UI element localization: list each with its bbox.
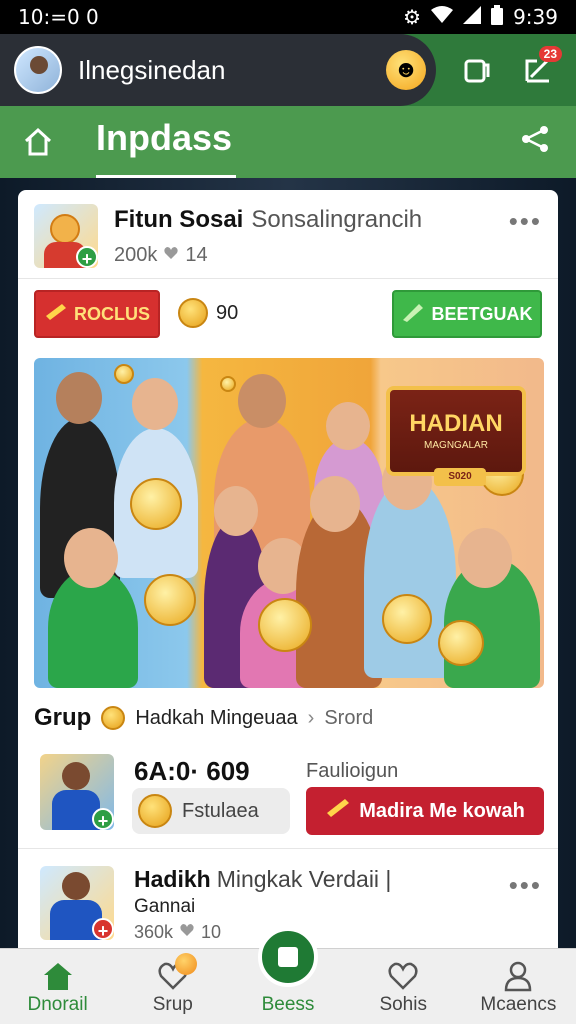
- tab-label: Beess: [261, 994, 315, 1015]
- coin-count-value: 90: [216, 301, 239, 324]
- tab-label: Sohis: [379, 994, 427, 1015]
- ticket-icon: [44, 302, 68, 327]
- roclus-button[interactable]: ROCLUS: [34, 290, 160, 338]
- followers-count: 200k: [114, 244, 158, 266]
- heart-icon: [179, 922, 195, 943]
- smiley-coin-icon[interactable]: ☻: [386, 50, 426, 90]
- tab-sohis[interactable]: Sohis: [346, 949, 461, 1024]
- ticket-icon: [325, 797, 351, 825]
- grup-link[interactable]: Srord: [324, 707, 373, 730]
- home-icon[interactable]: [0, 106, 76, 178]
- post2-meta: 360k 10: [134, 922, 221, 943]
- grup-text: Hadkah Mingeuaa: [135, 706, 298, 729]
- smiley-coin-icon: [138, 794, 172, 828]
- status-time-left: 10:=0 0: [18, 5, 99, 29]
- battery-icon: [491, 4, 504, 30]
- nav-bar: Inpdass: [0, 106, 576, 179]
- post-author[interactable]: Fitun Sosai Sonsalingrancih: [114, 206, 422, 234]
- banner-sign-subtitle: MAGNGALAR: [424, 440, 488, 451]
- gear-icon: ⚙: [403, 5, 422, 29]
- app-title: Ilnegsinedan: [78, 54, 226, 85]
- edit-icon[interactable]: 23: [520, 46, 562, 88]
- roclus-button-label: ROCLUS: [74, 303, 150, 324]
- likes-count: 14: [185, 244, 208, 266]
- offer-avatar[interactable]: +: [40, 754, 114, 830]
- tab-label: Dnorail: [27, 994, 88, 1015]
- tab-dnorail[interactable]: Dnorail: [0, 949, 115, 1024]
- post-card: + Fitun Sosai Sonsalingrancih 200k 14 •••…: [18, 190, 558, 960]
- plus-icon[interactable]: +: [92, 918, 114, 940]
- pen-icon: [401, 302, 425, 327]
- followers-count: 360k: [134, 922, 174, 942]
- divider: [18, 848, 558, 849]
- tab-mcaencs[interactable]: Mcaencs: [461, 949, 576, 1024]
- post2-author-handle: Mingkak Verdaii |: [216, 866, 392, 892]
- more-options-icon[interactable]: •••: [509, 870, 542, 901]
- wifi-icon: [431, 5, 454, 29]
- status-icons: ⚙ 9:39: [403, 4, 558, 30]
- banner-sign: HADIAN MAGNGALAR S020: [386, 386, 526, 486]
- chevron-right-icon: ›: [307, 706, 315, 729]
- home-icon: [41, 958, 75, 994]
- banner-sign-title: HADIAN: [409, 410, 503, 437]
- grup-label: Grup: [34, 704, 92, 731]
- coin-counter: 90: [178, 298, 238, 328]
- likes-count: 10: [201, 922, 222, 942]
- signal-icon: [463, 5, 482, 29]
- coin-badge-icon: [175, 953, 198, 975]
- divider: [18, 278, 558, 279]
- coin-icon: [178, 298, 208, 328]
- post2-avatar[interactable]: +: [40, 866, 114, 940]
- offer-value: 6A:0· 609: [134, 756, 250, 786]
- grup-row[interactable]: Grup Hadkah Mingeuaa › Srord: [34, 704, 373, 732]
- app-bar: Ilnegsinedan ☻ 23: [0, 34, 576, 106]
- status-bar: 10:=0 0 ⚙ 9:39: [0, 0, 576, 34]
- user-icon: [503, 958, 533, 994]
- post-avatar[interactable]: +: [34, 204, 98, 268]
- coin-icon: [101, 706, 126, 730]
- post-banner-image[interactable]: HADIAN MAGNGALAR S020: [34, 358, 544, 688]
- madira-button-label: Madira Me kowah: [359, 799, 525, 822]
- plus-icon[interactable]: +: [76, 246, 98, 268]
- more-options-icon[interactable]: •••: [509, 206, 542, 237]
- notification-badge: 23: [538, 46, 562, 62]
- beetguak-button-label: BEETGUAK: [431, 303, 533, 324]
- heart-icon: [387, 958, 419, 994]
- tab-label: Mcaencs: [480, 994, 557, 1015]
- beetguak-button[interactable]: BEETGUAK: [392, 290, 542, 338]
- offer-pill-text: Fstulaea: [182, 799, 259, 822]
- nav-title[interactable]: Inpdass: [96, 117, 237, 179]
- post2-author-name: Hadikh: [134, 866, 211, 892]
- heart-icon: [163, 244, 179, 267]
- tab-label: Srup: [152, 994, 193, 1015]
- post-meta: 200k 14: [114, 244, 208, 267]
- post-author-handle: Sonsalingrancih: [251, 206, 423, 233]
- profile-pill[interactable]: Ilnegsinedan: [0, 34, 436, 106]
- plus-icon[interactable]: +: [92, 808, 114, 830]
- offer-caption: Faulioigun: [306, 760, 399, 782]
- post2-subtitle: Gannai: [134, 896, 196, 917]
- tab-srup[interactable]: Srup: [115, 949, 230, 1024]
- bottom-nav: Dnorail Srup Beess Sohis Mcaencs: [0, 927, 576, 1024]
- copy-icon[interactable]: [458, 52, 494, 88]
- offer-pill[interactable]: Fstulaea: [132, 788, 290, 834]
- stop-square-icon[interactable]: [258, 927, 318, 987]
- avatar[interactable]: [14, 46, 62, 94]
- madira-button[interactable]: Madira Me kowah: [306, 787, 544, 835]
- status-time-right: 9:39: [513, 5, 558, 29]
- share-icon[interactable]: [520, 124, 550, 162]
- post-author-name: Fitun Sosai: [114, 206, 244, 233]
- post2-author[interactable]: Hadikh Mingkak Verdaii |: [134, 866, 391, 893]
- tab-beess[interactable]: Beess: [230, 927, 345, 1024]
- banner-sign-tag: S020: [434, 468, 486, 486]
